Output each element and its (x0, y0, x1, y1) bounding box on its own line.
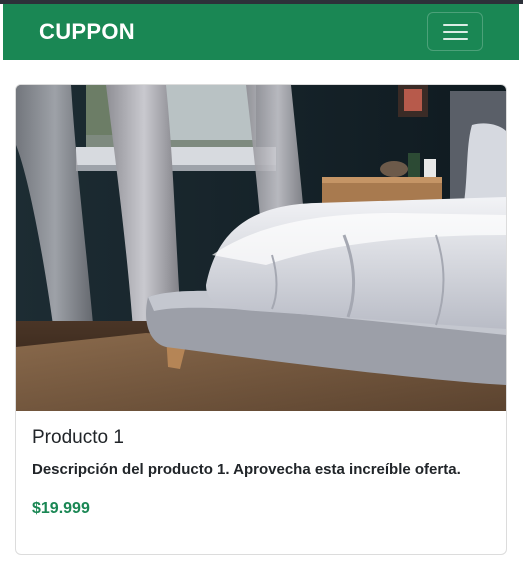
product-title: Producto 1 (32, 427, 124, 448)
navbar-toggle-button[interactable] (427, 12, 483, 51)
product-image (16, 85, 506, 411)
brand-logo-link[interactable]: CUPPON (39, 19, 135, 45)
navbar: CUPPON (3, 4, 519, 60)
product-card: Producto 1 Descripción del producto 1. A… (15, 84, 507, 555)
product-price: $19.999 (32, 500, 90, 517)
product-description: Descripción del producto 1. Aprovecha es… (32, 461, 461, 478)
